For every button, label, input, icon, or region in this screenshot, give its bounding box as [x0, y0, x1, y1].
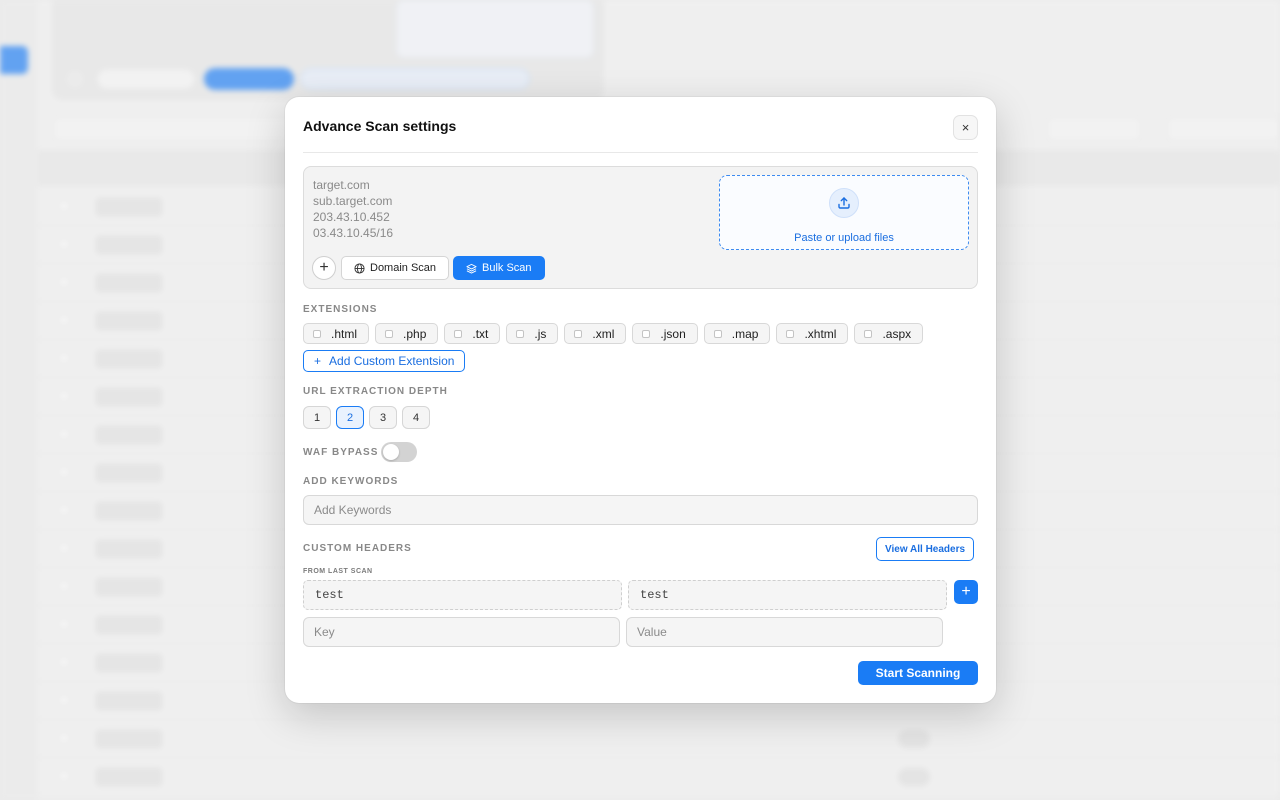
header-key-input[interactable]: [303, 617, 620, 647]
start-scanning-button[interactable]: Start Scanning: [858, 661, 978, 685]
upload-label: Paste or upload files: [794, 232, 894, 244]
depth-selector: 1 2 3 4: [303, 406, 430, 429]
depth-option-1[interactable]: 1: [303, 406, 331, 429]
last-scan-header-key[interactable]: test: [303, 580, 622, 610]
target-list: target.com sub.target.com 203.43.10.452 …: [313, 177, 393, 241]
extension-label: .xhtml: [804, 326, 837, 341]
advance-scan-settings-modal: Advance Scan settings × target.com sub.t…: [285, 97, 996, 703]
domain-scan-button[interactable]: Domain Scan: [341, 256, 450, 280]
extension-label: .php: [403, 326, 427, 341]
add-header-button[interactable]: +: [954, 580, 978, 604]
extension-label: .xml: [592, 326, 615, 341]
plus-icon: +: [314, 354, 322, 368]
extension-label: .txt: [472, 326, 489, 341]
upload-icon: [829, 188, 859, 218]
view-all-headers-button[interactable]: View All Headers: [876, 537, 975, 561]
extension-label: .js: [534, 326, 547, 341]
add-target-button[interactable]: +: [312, 256, 336, 280]
extension-label: .json: [660, 326, 686, 341]
plus-icon: +: [319, 259, 329, 276]
checkbox[interactable]: [313, 329, 321, 338]
extension-chip-php[interactable]: .php: [375, 323, 439, 344]
header-divider: [303, 152, 978, 153]
target-line: target.com: [313, 178, 370, 192]
extension-chip-json[interactable]: .json: [632, 323, 698, 344]
from-last-scan-label: FROM LAST SCAN: [303, 568, 373, 575]
upload-dropzone[interactable]: Paste or upload files: [719, 175, 969, 250]
toggle-knob: [383, 444, 399, 460]
close-icon: ×: [961, 120, 970, 135]
targets-input-area[interactable]: target.com sub.target.com 203.43.10.452 …: [303, 166, 978, 289]
depth-option-3[interactable]: 3: [369, 406, 397, 429]
checkbox[interactable]: [385, 329, 394, 338]
checkbox[interactable]: [454, 329, 463, 338]
waf-bypass-label: WAF BYPASS: [303, 447, 379, 458]
globe-icon: [354, 262, 365, 274]
close-button[interactable]: ×: [953, 115, 978, 140]
extension-label: .html: [331, 326, 358, 341]
modal-title: Advance Scan settings: [303, 118, 457, 134]
extension-label: .aspx: [882, 326, 912, 341]
extensions-label: EXTENSIONS: [303, 304, 378, 315]
last-scan-header-value[interactable]: test: [628, 580, 947, 610]
extension-chip-html[interactable]: .html: [303, 323, 370, 344]
checkbox[interactable]: [574, 329, 583, 338]
checkbox[interactable]: [642, 329, 651, 338]
depth-option-4[interactable]: 4: [402, 406, 430, 429]
extension-chip-xhtml[interactable]: .xhtml: [776, 323, 849, 344]
bulk-scan-label: Bulk Scan: [482, 262, 532, 274]
extension-chip-js[interactable]: .js: [506, 323, 559, 344]
extension-chip-aspx[interactable]: .aspx: [854, 323, 924, 344]
depth-label: URL EXTRACTION DEPTH: [303, 386, 448, 397]
extension-label: .map: [731, 326, 759, 341]
keywords-input[interactable]: [303, 495, 978, 525]
checkbox[interactable]: [786, 329, 795, 338]
target-line: 03.43.10.45/16: [313, 226, 394, 240]
add-custom-extension-button[interactable]: + Add Custom Extentsion: [303, 350, 466, 372]
plus-icon: +: [961, 583, 971, 600]
checkbox[interactable]: [864, 329, 873, 338]
extension-chip-map[interactable]: .map: [703, 323, 771, 344]
custom-headers-label: CUSTOM HEADERS: [303, 543, 412, 554]
extension-chip-xml[interactable]: .xml: [564, 323, 627, 344]
checkbox[interactable]: [713, 329, 722, 338]
bulk-scan-button[interactable]: Bulk Scan: [453, 256, 545, 280]
header-value-input[interactable]: [626, 617, 943, 647]
target-line: 203.43.10.452: [313, 210, 390, 224]
add-custom-extension-label: Add Custom Extentsion: [329, 354, 455, 368]
target-line: sub.target.com: [313, 194, 393, 208]
waf-bypass-toggle[interactable]: [381, 442, 417, 462]
domain-scan-label: Domain Scan: [370, 262, 437, 274]
depth-option-2[interactable]: 2: [336, 406, 364, 429]
keywords-label: ADD KEYWORDS: [303, 476, 399, 487]
extension-chip-txt[interactable]: .txt: [444, 323, 501, 344]
layers-icon: [466, 263, 477, 274]
checkbox[interactable]: [516, 329, 525, 338]
extensions-list: .html .php .txt .js .xml .json .map .xht…: [303, 323, 924, 344]
